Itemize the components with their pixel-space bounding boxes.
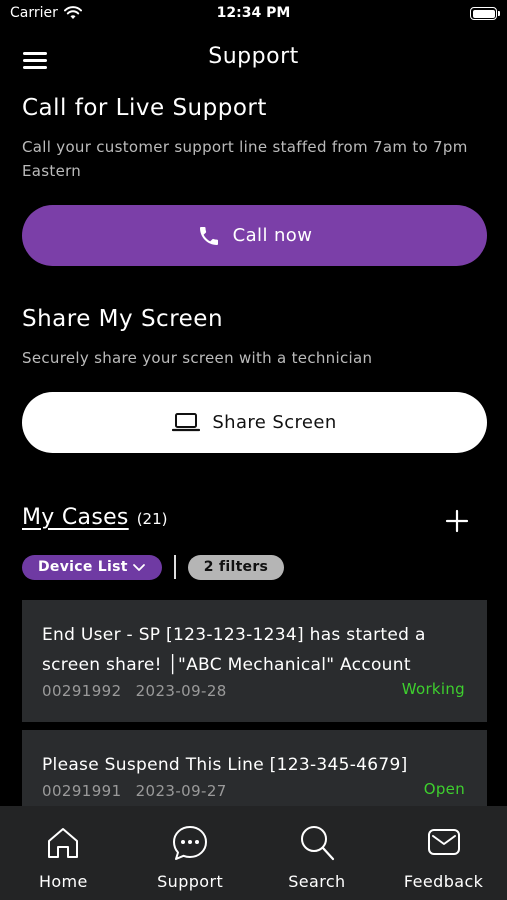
case-date: 2023-09-28 (135, 682, 227, 700)
tab-support-label: Support (157, 872, 224, 891)
case-meta: 00291991 2023-09-27 (42, 782, 467, 800)
tab-search-label: Search (288, 872, 346, 891)
tab-search[interactable]: Search (254, 806, 381, 900)
tab-home[interactable]: Home (0, 806, 127, 900)
call-now-button[interactable]: Call now (22, 205, 487, 266)
tab-support[interactable]: Support (127, 806, 254, 900)
my-cases-header: My Cases (21) (22, 505, 168, 530)
case-title: Please Suspend This Line [123-345-4679] (42, 755, 408, 775)
case-number: 00291992 (42, 682, 122, 700)
case-status: Working (401, 680, 465, 698)
nav-bar: Support (0, 40, 507, 80)
share-screen-title: Share My Screen (22, 306, 224, 332)
live-support-title: Call for Live Support (22, 95, 267, 121)
battery-icon (470, 7, 500, 20)
tab-bar: Home Support Search Feedback (0, 806, 507, 900)
filter-row: Device List 2 filters (22, 554, 285, 580)
case-date: 2023-09-27 (135, 782, 227, 800)
search-icon (300, 826, 334, 861)
tab-home-label: Home (38, 872, 88, 891)
page-title: Support (208, 44, 299, 69)
laptop-icon (172, 412, 201, 431)
cases-count: (21) (136, 510, 168, 528)
case-title: End User - SP [123-123-1234] has started… (42, 625, 426, 675)
my-cases-link[interactable]: My Cases (22, 505, 129, 530)
chat-bubble-icon (173, 826, 208, 860)
tab-feedback-label: Feedback (403, 872, 484, 891)
case-number: 00291991 (42, 782, 122, 800)
device-list-label: Device List (38, 559, 128, 575)
add-case-icon[interactable] (445, 509, 469, 533)
case-card[interactable]: End User - SP [123-123-1234] has started… (22, 600, 487, 722)
tab-feedback[interactable]: Feedback (380, 806, 507, 900)
share-screen-label: Share Screen (212, 412, 337, 433)
status-bar: Carrier 12:34 PM (0, 0, 507, 30)
case-status: Open (423, 780, 465, 798)
status-time: 12:34 PM (216, 5, 291, 21)
share-screen-description: Securely share your screen with a techni… (22, 349, 373, 367)
live-support-description: Call your customer support line staffed … (22, 138, 468, 180)
call-now-label: Call now (232, 225, 313, 246)
home-icon (48, 828, 79, 858)
device-list-dropdown[interactable]: Device List (22, 554, 162, 580)
share-screen-button[interactable]: Share Screen (22, 392, 487, 453)
filter-divider (173, 555, 176, 579)
phone-icon (199, 226, 218, 245)
mail-icon (427, 829, 460, 855)
chevron-down-icon (132, 564, 145, 571)
filters-button[interactable]: 2 filters (187, 554, 285, 580)
